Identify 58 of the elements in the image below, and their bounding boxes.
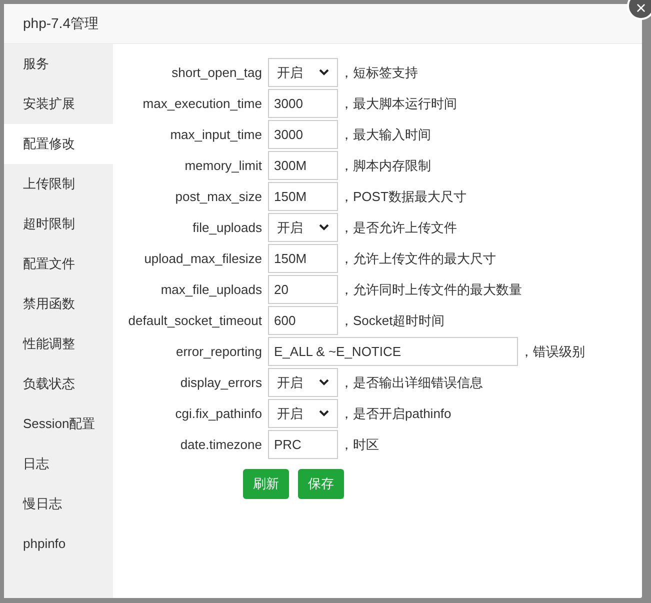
- chevron-down-icon: [319, 379, 329, 386]
- setting-label: default_socket_timeout: [127, 312, 263, 330]
- dialog-title: php-7.4管理: [23, 14, 98, 33]
- input-field[interactable]: E_ALL & ~E_NOTICE: [268, 337, 518, 366]
- input-field[interactable]: 3000: [268, 120, 338, 149]
- setting-hint: ，是否开启pathinfo: [339, 404, 452, 423]
- input-field[interactable]: 150M: [268, 244, 338, 273]
- select-field[interactable]: 开启: [268, 399, 338, 428]
- sidebar-item[interactable]: 禁用函数: [4, 284, 113, 324]
- setting-hint: ，允许同时上传文件的最大数量: [339, 280, 522, 299]
- setting-label: file_uploads: [192, 218, 263, 237]
- setting-hint: ，脚本内存限制: [339, 156, 431, 175]
- sidebar-item[interactable]: phpinfo: [4, 524, 113, 564]
- setting-label: max_input_time: [169, 126, 263, 144]
- sidebar-item[interactable]: 慢日志: [4, 484, 113, 524]
- setting-label: max_file_uploads: [160, 280, 263, 299]
- input-field[interactable]: 300M: [268, 151, 338, 180]
- sidebar-item[interactable]: 服务: [4, 44, 113, 84]
- setting-hint: ，时区: [339, 436, 379, 454]
- setting-hint: ，最大脚本运行时间: [339, 94, 457, 113]
- setting-label: post_max_size: [174, 188, 263, 206]
- setting-hint: ，POST数据最大尺寸: [339, 188, 466, 206]
- input-field[interactable]: 20: [268, 275, 338, 304]
- chevron-down-icon: [319, 410, 329, 417]
- sidebar-item[interactable]: Session配置: [4, 404, 113, 444]
- select-field[interactable]: 开启: [268, 368, 338, 397]
- setting-hint: ，允许上传文件的最大尺寸: [339, 250, 496, 268]
- sidebar-item[interactable]: 负载状态: [4, 364, 113, 404]
- close-button[interactable]: ×: [627, 0, 651, 20]
- setting-hint: ，Socket超时时间: [339, 312, 445, 330]
- sidebar-item[interactable]: 配置修改: [4, 124, 113, 164]
- sidebar-item[interactable]: 安装扩展: [4, 84, 113, 124]
- input-field[interactable]: 3000: [268, 89, 338, 118]
- setting-label: upload_max_filesize: [143, 250, 263, 268]
- sidebar-item[interactable]: 配置文件: [4, 244, 113, 284]
- setting-label: memory_limit: [184, 156, 263, 175]
- setting-label: cgi.fix_pathinfo: [174, 404, 263, 423]
- sidebar-item[interactable]: 上传限制: [4, 164, 113, 204]
- setting-hint: ，错误级别: [519, 342, 585, 361]
- setting-hint: ，短标签支持: [339, 64, 418, 82]
- setting-label: max_execution_time: [142, 94, 263, 113]
- setting-label: short_open_tag: [170, 64, 263, 82]
- setting-hint: ，是否允许上传文件: [339, 218, 457, 237]
- sidebar-item[interactable]: 性能调整: [4, 324, 113, 364]
- setting-hint: ，是否输出详细错误信息: [339, 374, 483, 392]
- setting-label: display_errors: [179, 374, 263, 392]
- input-field[interactable]: 150M: [268, 182, 338, 211]
- input-field[interactable]: PRC: [268, 430, 338, 459]
- input-field[interactable]: 600: [268, 306, 338, 335]
- chevron-down-icon: [319, 224, 329, 231]
- setting-label: error_reporting: [175, 342, 263, 361]
- sidebar-item[interactable]: 日志: [4, 444, 113, 484]
- select-field[interactable]: 开启: [268, 213, 338, 242]
- setting-hint: ，最大输入时间: [339, 126, 431, 144]
- setting-label: date.timezone: [179, 436, 263, 454]
- chevron-down-icon: [319, 69, 329, 76]
- select-field[interactable]: 开启: [268, 58, 338, 87]
- sidebar-item[interactable]: 超时限制: [4, 204, 113, 244]
